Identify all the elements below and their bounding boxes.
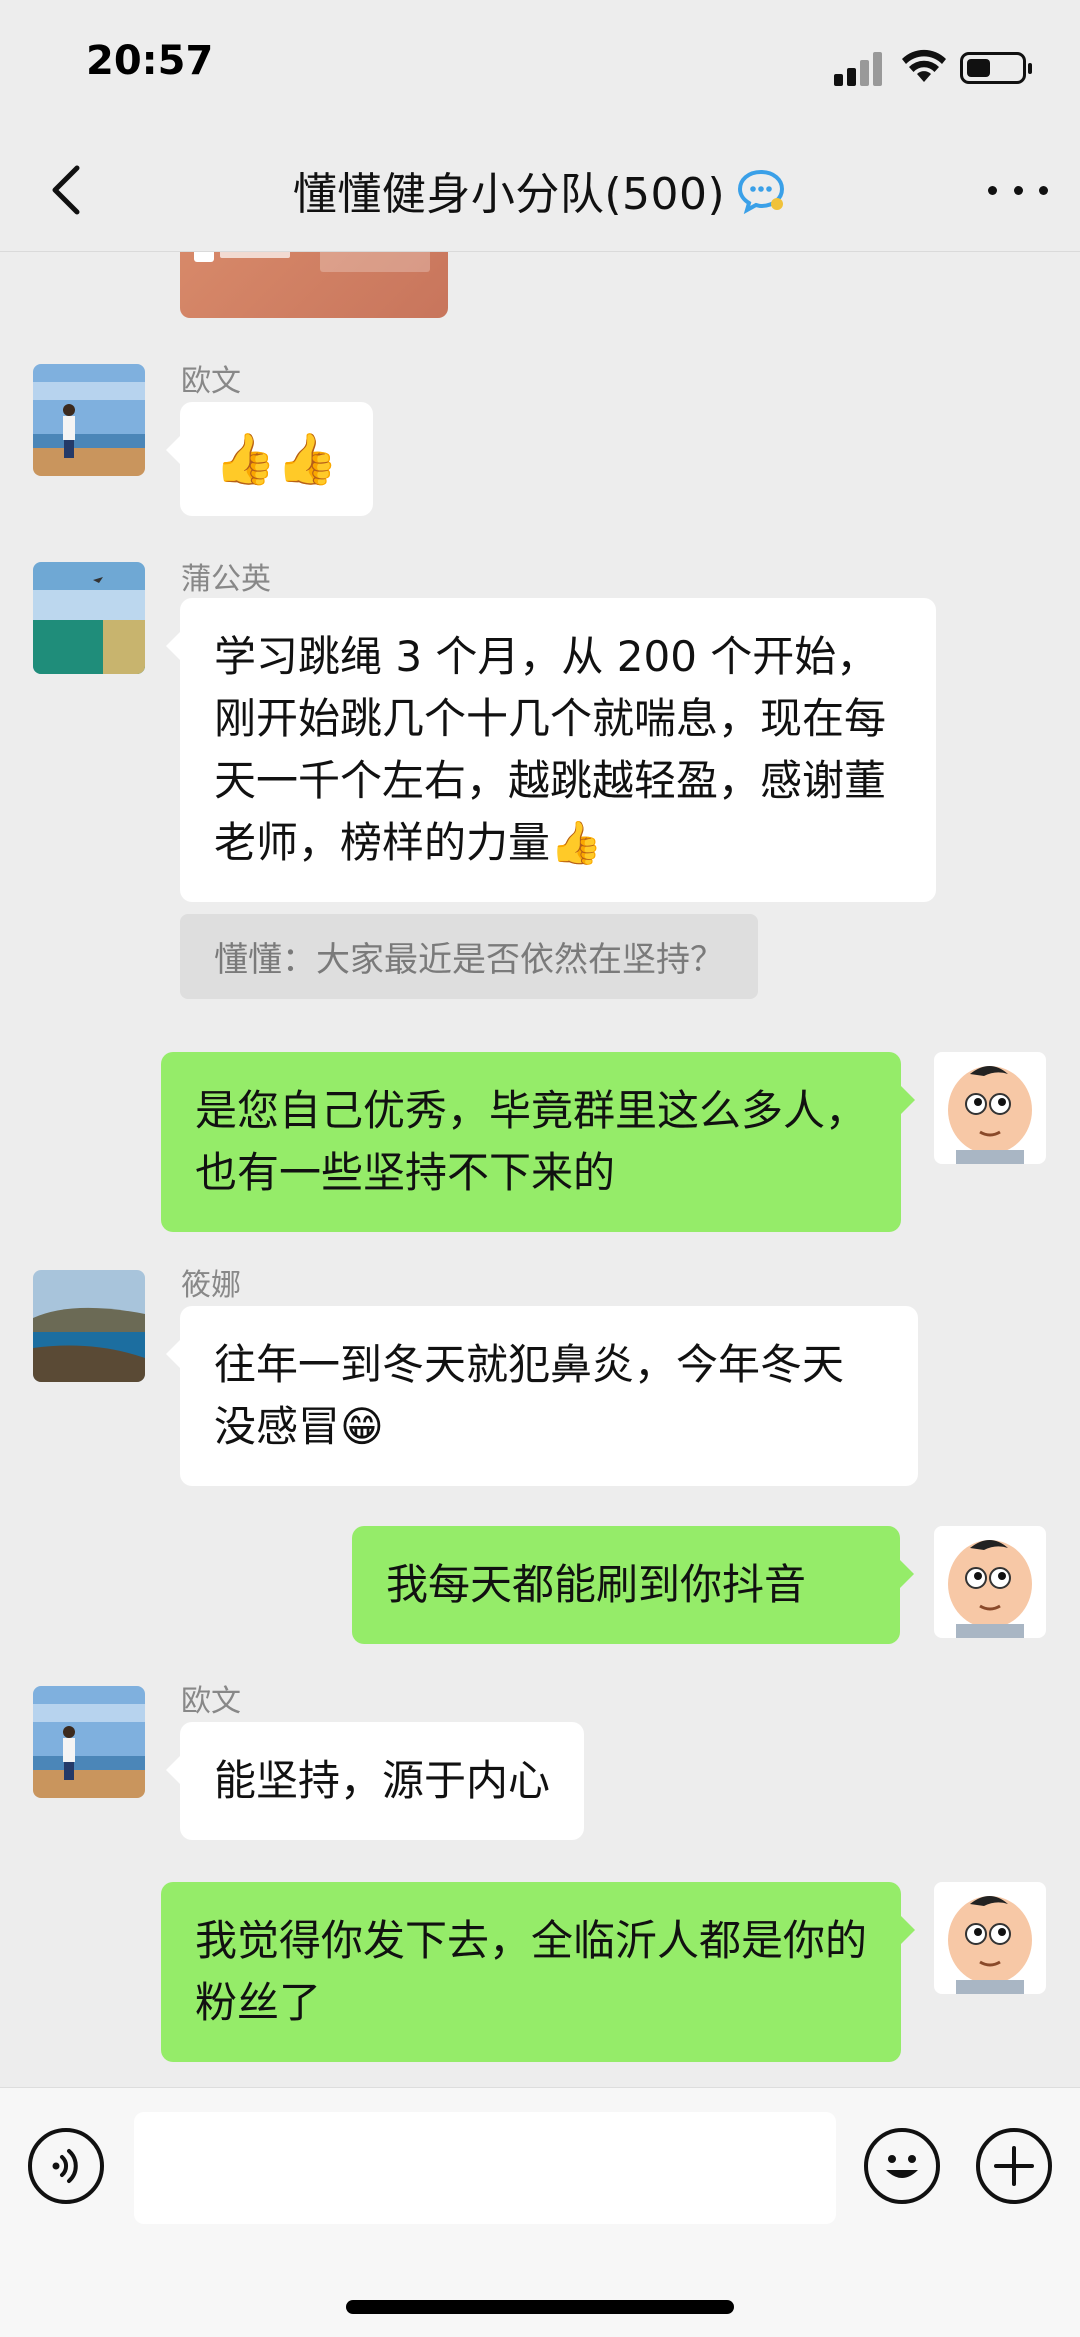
- avatar[interactable]: [33, 1686, 145, 1798]
- chat-header: 懂懂健身小分队(500): [0, 130, 1080, 252]
- message-text: 是您自己优秀，毕竟群里这么多人，也有一些坚持不下来的: [195, 1086, 868, 1197]
- status-time: 20:57: [86, 38, 214, 84]
- message-bubble[interactable]: 往年一到冬天就犯鼻炎，今年冬天没感冒😁: [166, 1306, 918, 1486]
- input-bar: [0, 2087, 1080, 2337]
- message-bubble[interactable]: 能坚持，源于内心: [165, 1722, 585, 1840]
- message-bubble[interactable]: 👍👍: [166, 402, 373, 516]
- message-bubble[interactable]: 学习跳绳 3 个月，从 200 个开始，刚开始跳几个十几个就喘息，现在每天一千个…: [166, 598, 936, 902]
- avatar[interactable]: [33, 364, 145, 476]
- avatar[interactable]: [33, 1270, 145, 1382]
- cellular-signal-icon: [834, 48, 884, 86]
- sender-name: 欧文: [181, 1684, 241, 1719]
- emoji-icon[interactable]: [864, 2128, 940, 2204]
- wifi-icon: [902, 49, 946, 82]
- title-wrap: 懂懂健身小分队(500): [0, 160, 1080, 220]
- message-text: 👍👍: [214, 430, 339, 488]
- voice-icon[interactable]: [28, 2128, 104, 2204]
- quoted-message[interactable]: 懂懂：大家最近是否依然在坚持？: [180, 914, 758, 999]
- avatar[interactable]: [934, 1882, 1046, 1994]
- message-text: 我觉得你发下去，全临沂人都是你的粉丝了: [195, 1916, 868, 2027]
- image-message[interactable]: [180, 252, 448, 318]
- avatar[interactable]: [934, 1526, 1046, 1638]
- message-input[interactable]: [134, 2112, 836, 2224]
- message-list[interactable]: 欧文 👍👍 蒲公英 学习跳绳 3 个月，从 200 个开始，刚开始跳几个十几个就…: [0, 252, 1080, 2087]
- message-text: 我每天都能刷到你抖音: [386, 1560, 807, 1609]
- sender-name: 筱娜: [181, 1268, 241, 1303]
- battery-level: [967, 59, 990, 77]
- message-bubble[interactable]: 是您自己优秀，毕竟群里这么多人，也有一些坚持不下来的: [161, 1052, 915, 1232]
- message-text: 学习跳绳 3 个月，从 200 个开始，刚开始跳几个十几个就喘息，现在每天一千个…: [214, 632, 887, 867]
- status-bar: 20:57: [0, 0, 1080, 130]
- message-bubble[interactable]: 我每天都能刷到你抖音: [352, 1526, 914, 1644]
- sender-name: 蒲公英: [181, 562, 271, 597]
- plus-icon[interactable]: [976, 2128, 1052, 2204]
- message-bubble[interactable]: 我觉得你发下去，全临沂人都是你的粉丝了: [161, 1882, 915, 2062]
- sender-name: 欧文: [181, 364, 241, 399]
- message-text: 能坚持，源于内心: [214, 1756, 551, 1805]
- battery-icon: [960, 52, 1032, 84]
- chat-bubble-icon[interactable]: [735, 164, 787, 216]
- more-dots-icon[interactable]: [988, 164, 1048, 216]
- message-text: 往年一到冬天就犯鼻炎，今年冬天没感冒😁: [214, 1340, 845, 1451]
- chat-title: 懂懂健身小分队(500): [292, 169, 726, 220]
- home-indicator[interactable]: [346, 2300, 734, 2314]
- avatar[interactable]: [33, 562, 145, 674]
- avatar[interactable]: [934, 1052, 1046, 1164]
